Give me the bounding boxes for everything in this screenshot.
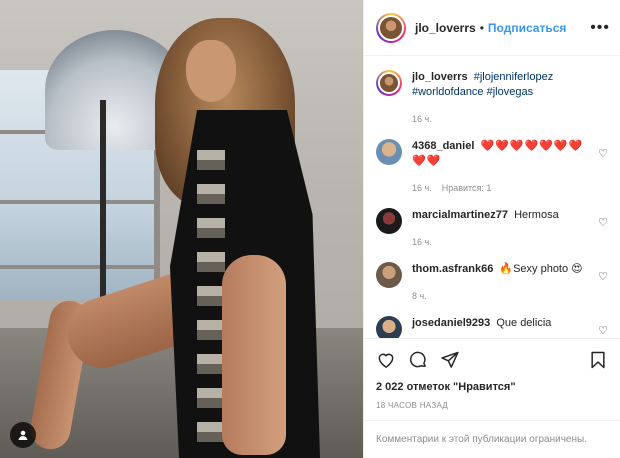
caption-username[interactable]: jlo_loverrs	[412, 71, 468, 83]
dress-embellishment	[197, 150, 225, 450]
share-icon[interactable]	[440, 350, 460, 370]
separator-dot: •	[479, 20, 484, 35]
avatar[interactable]	[376, 316, 402, 338]
heart-icon[interactable]	[376, 350, 396, 370]
caption-time: 16 ч.	[412, 114, 432, 124]
comment-item: marcialmartinez77 Hermosa 16 ч. ♡	[376, 208, 608, 250]
comment-item: 4368_daniel ❤️❤️❤️❤️❤️❤️❤️❤️❤️ 16 ч. Нра…	[376, 139, 608, 196]
comment-username[interactable]: josedaniel9293	[412, 317, 490, 329]
like-comment-heart-icon[interactable]: ♡	[598, 270, 608, 283]
comment-text: Que delicia	[496, 317, 552, 329]
comment-icon[interactable]	[408, 350, 428, 370]
like-comment-heart-icon[interactable]: ♡	[598, 147, 608, 160]
comment-time: 16 ч.	[412, 237, 432, 247]
like-comment-heart-icon[interactable]: ♡	[598, 216, 608, 229]
avatar[interactable]	[376, 70, 402, 96]
comment-username[interactable]: 4368_daniel	[412, 140, 474, 152]
more-horizontal-icon[interactable]: •••	[590, 19, 610, 37]
comment-username[interactable]: thom.asfrank66	[412, 263, 493, 275]
post-sidebar: jlo_loverrs • Подписаться ••• jlo_loverr…	[363, 0, 620, 458]
like-count[interactable]: 2 022 отметок "Нравится"	[376, 381, 608, 393]
comment-item: thom.asfrank66 🔥Sexy photo 😍 8 ч. ♡	[376, 262, 608, 304]
action-bar	[376, 347, 608, 373]
comments-list[interactable]: jlo_loverrs #jlojenniferlopez #worldofda…	[364, 56, 620, 338]
avatar[interactable]	[376, 262, 402, 288]
post-header: jlo_loverrs • Подписаться •••	[364, 0, 620, 56]
instagram-post: jlo_loverrs • Подписаться ••• jlo_loverr…	[0, 0, 620, 458]
comments-restricted-notice: Комментарии к этой публикации ограничены…	[364, 420, 620, 458]
leg	[222, 255, 286, 455]
comment-time: 16 ч.	[412, 183, 432, 193]
caption: jlo_loverrs #jlojenniferlopez #worldofda…	[376, 70, 608, 127]
comment-text: 🔥Sexy photo 😍	[499, 263, 583, 275]
post-photo[interactable]	[0, 0, 363, 458]
follow-button[interactable]: Подписаться	[488, 21, 566, 35]
avatar[interactable]	[376, 208, 402, 234]
avatar[interactable]	[376, 139, 402, 165]
comment-username[interactable]: marcialmartinez77	[412, 209, 508, 221]
bookmark-icon[interactable]	[588, 350, 608, 370]
post-timestamp[interactable]: 18 ЧАСОВ НАЗАД	[376, 401, 608, 410]
face	[186, 40, 236, 102]
avatar[interactable]	[376, 12, 406, 43]
like-comment-heart-icon[interactable]: ♡	[598, 324, 608, 337]
author-username[interactable]: jlo_loverrs	[415, 21, 476, 35]
comment-time: 8 ч.	[412, 291, 427, 301]
tagged-user-icon[interactable]	[10, 422, 36, 448]
comment-meta: 16 ч. Нравится: 1	[412, 181, 586, 196]
comment-like-count[interactable]: Нравится: 1	[442, 183, 492, 193]
comment-text: Hermosa	[514, 209, 559, 221]
post-actions: 2 022 отметок "Нравится" 18 ЧАСОВ НАЗАД	[364, 338, 620, 410]
comment-item: josedaniel9293 Que delicia ♡	[376, 316, 608, 338]
